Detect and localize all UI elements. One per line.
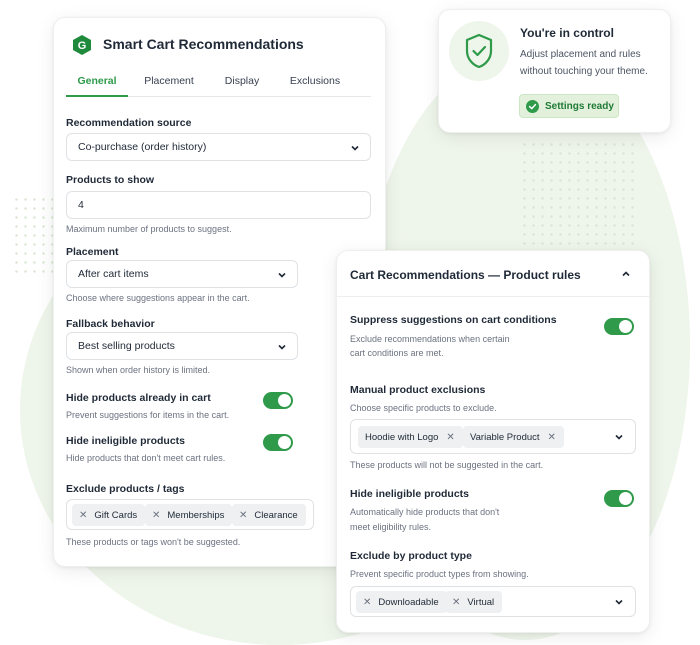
fallback-value: Best selling products [78, 340, 175, 352]
products-to-show-input[interactable]: 4 [66, 191, 371, 219]
suppress-help-line2: cart conditions are met. [350, 348, 444, 358]
tag-chip[interactable]: Variable Product ✕ [463, 426, 564, 448]
suppress-toggle[interactable] [604, 318, 634, 335]
tab-display[interactable]: Display [212, 75, 272, 87]
toggle-knob [619, 492, 632, 505]
shield-badge [449, 21, 509, 81]
status-badge: Settings ready [519, 94, 619, 118]
control-title: You're in control [520, 26, 614, 40]
tab-placement[interactable]: Placement [134, 75, 204, 87]
chevron-down-icon [278, 344, 286, 350]
tag-label: Gift Cards [94, 509, 138, 521]
dot-pattern [520, 140, 640, 260]
products-to-show-label: Products to show [66, 174, 155, 186]
tag-label: Hoodie with Logo [365, 431, 439, 443]
tag-chip[interactable]: ✕ Downloadable [356, 591, 447, 613]
products-to-show-value: 4 [78, 199, 84, 211]
hide-ineligible-toggle[interactable] [263, 434, 293, 451]
hide-ineligible-label: Hide ineligible products [66, 435, 186, 447]
rec-source-select[interactable]: Co-purchase (order history) [66, 133, 371, 161]
rules-ineligible-help-line1: Automatically hide products that don't [350, 507, 500, 517]
chevron-down-icon [278, 272, 286, 278]
by-type-field[interactable]: ✕ Downloadable ✕ Virtual [350, 586, 636, 617]
placement-help: Choose where suggestions appear in the c… [66, 293, 250, 303]
fallback-help: Shown when order history is limited. [66, 365, 211, 375]
by-type-label: Exclude by product type [350, 550, 472, 562]
exclude-help: These products or tags won't be suggeste… [66, 537, 241, 547]
close-icon[interactable]: ✕ [152, 510, 160, 521]
rules-title: Cart Recommendations — Product rules [350, 268, 581, 282]
rules-ineligible-toggle[interactable] [604, 490, 634, 507]
tag-chip[interactable]: ✕ Gift Cards [72, 504, 146, 526]
tag-chip[interactable]: ✕ Memberships [145, 504, 233, 526]
by-type-help: Prevent specific product types from show… [350, 569, 529, 579]
tag-chip[interactable]: ✕ Virtual [445, 591, 503, 613]
fallback-select[interactable]: Best selling products [66, 332, 298, 360]
rec-source-value: Co-purchase (order history) [78, 141, 207, 153]
tag-label: Virtual [467, 596, 495, 608]
toggle-knob [619, 320, 632, 333]
chevron-down-icon [351, 145, 359, 151]
tag-label: Downloadable [378, 596, 439, 608]
app-logo-icon: G [72, 34, 92, 56]
svg-text:G: G [78, 40, 87, 52]
hide-ineligible-help: Hide products that don't meet cart rules… [66, 453, 226, 463]
fallback-label: Fallback behavior [66, 318, 155, 330]
hide-in-cart-toggle[interactable] [263, 392, 293, 409]
hide-in-cart-help: Prevent suggestions for items in the car… [66, 410, 230, 420]
product-rules-card: Cart Recommendations — Product rules Sup… [336, 250, 650, 633]
rules-divider [337, 296, 649, 297]
close-icon[interactable]: ✕ [452, 597, 460, 608]
hide-in-cart-label: Hide products already in cart [66, 392, 211, 404]
products-to-show-help: Maximum number of products to suggest. [66, 224, 232, 234]
close-icon[interactable]: ✕ [239, 510, 247, 521]
close-icon[interactable]: ✕ [79, 510, 87, 521]
placement-value: After cart items [78, 268, 149, 280]
shield-check-icon [465, 33, 493, 69]
active-tab-indicator [66, 95, 128, 97]
close-icon[interactable]: ✕ [446, 432, 454, 443]
status-badge-label: Settings ready [545, 100, 614, 112]
chevron-up-icon[interactable] [621, 269, 631, 279]
suppress-label: Suppress suggestions on cart conditions [350, 314, 557, 326]
rules-ineligible-label: Hide ineligible products [350, 488, 470, 500]
tag-chip[interactable]: ✕ Clearance [232, 504, 306, 526]
exclude-tags-field[interactable]: ✕ Gift Cards ✕ Memberships ✕ Clearance [66, 499, 314, 530]
toggle-knob [278, 436, 291, 449]
manual-exclusions-help: Choose specific products to exclude. [350, 403, 497, 413]
tag-label: Memberships [167, 509, 225, 521]
rec-source-label: Recommendation source [66, 117, 192, 129]
tab-exclusions[interactable]: Exclusions [280, 75, 350, 87]
app-title: Smart Cart Recommendations [103, 36, 304, 52]
tab-general[interactable]: General [66, 75, 128, 87]
exclude-label: Exclude products / tags [66, 483, 185, 495]
control-card: You're in control Adjust placement and r… [438, 9, 671, 133]
chevron-down-icon[interactable] [614, 432, 624, 442]
suppress-help-line1: Exclude recommendations when certain [350, 334, 510, 344]
control-body-line2: without touching your theme. [520, 66, 648, 77]
manual-exclusions-field[interactable]: Hoodie with Logo ✕ Variable Product ✕ [350, 419, 636, 454]
check-circle-icon [526, 99, 539, 113]
control-body-line1: Adjust placement and rules [520, 49, 641, 60]
manual-exclusions-label: Manual product exclusions [350, 384, 486, 396]
placement-select[interactable]: After cart items [66, 260, 298, 288]
tag-label: Variable Product [470, 431, 540, 443]
toggle-knob [278, 394, 291, 407]
close-icon[interactable]: ✕ [548, 432, 556, 443]
rules-ineligible-help-line2: meet eligibility rules. [350, 522, 432, 532]
tag-chip[interactable]: Hoodie with Logo ✕ [358, 426, 463, 448]
placement-label: Placement [66, 246, 119, 258]
tag-label: Clearance [254, 509, 298, 521]
manual-exclusions-note: These products will not be suggested in … [350, 460, 544, 470]
chevron-down-icon[interactable] [614, 597, 624, 607]
close-icon[interactable]: ✕ [363, 597, 371, 608]
